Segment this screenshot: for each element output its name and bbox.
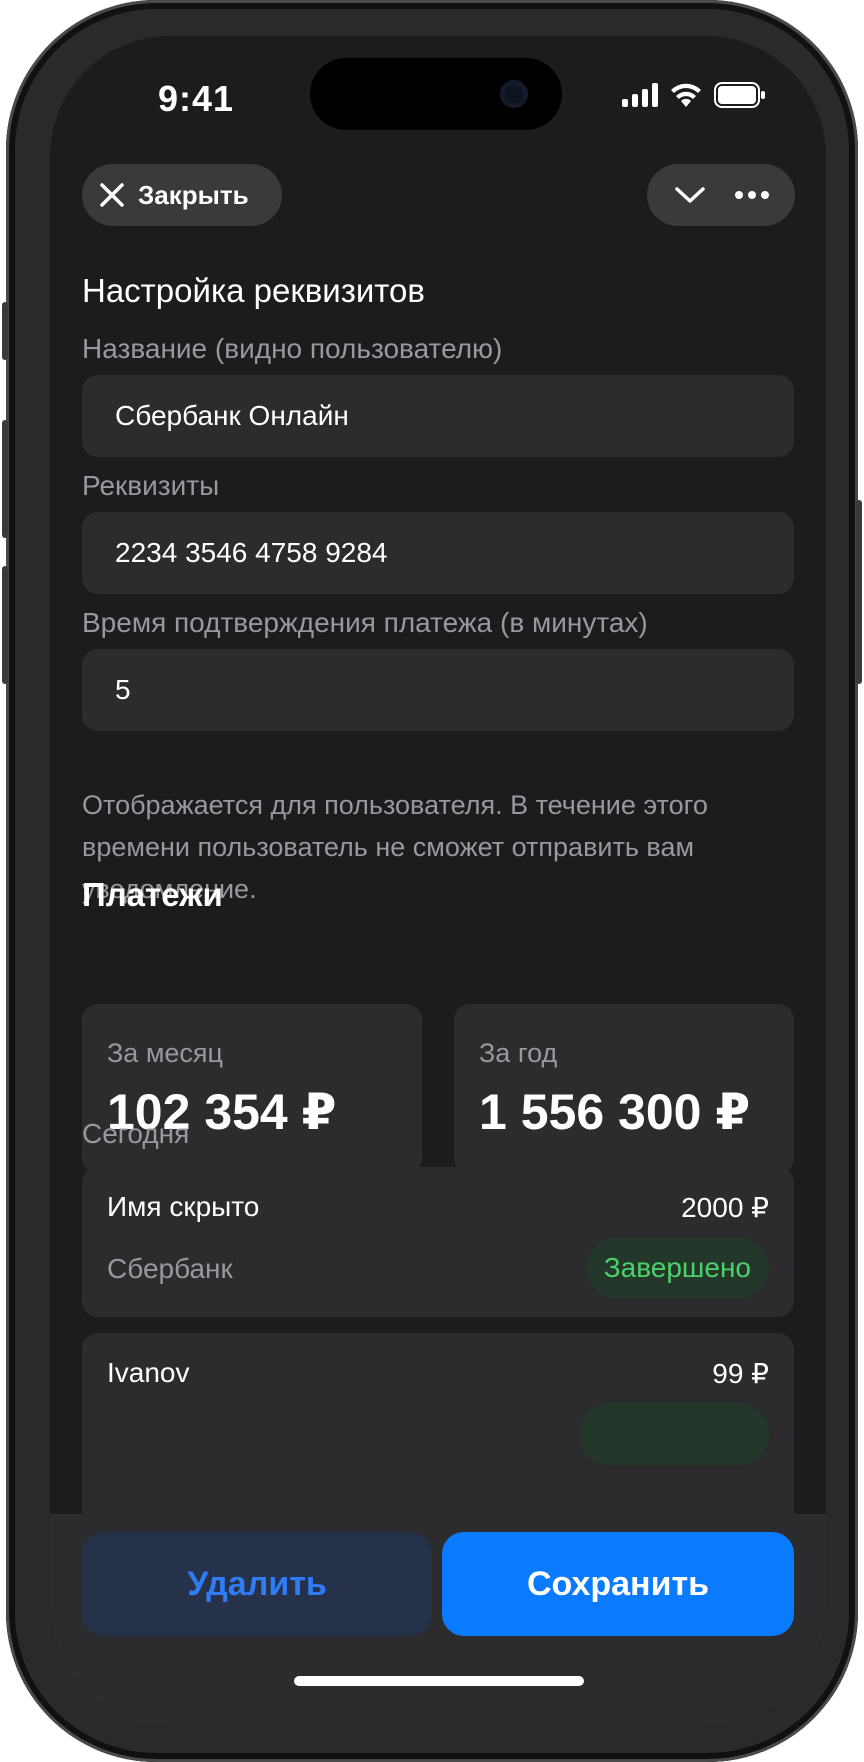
year-label: За год: [479, 1038, 558, 1068]
month-label: За месяц: [107, 1038, 223, 1068]
transaction-amount: 2000 ₽: [681, 1192, 769, 1223]
delete-button[interactable]: Удалить: [82, 1532, 432, 1636]
requisites-value: 2234 3546 4758 9284: [115, 537, 388, 568]
today-label: Сегодня: [82, 1118, 190, 1149]
transaction-bank: Сбербанк: [107, 1253, 233, 1284]
payments-title: Платежи: [82, 876, 223, 913]
bottom-action-bar: Удалить Сохранить: [50, 1514, 826, 1726]
year-value: 1 556 300 ₽: [479, 1084, 751, 1140]
status-icons: [622, 82, 766, 108]
nav-actions: [647, 164, 795, 226]
name-label: Название (видно пользователю): [82, 333, 503, 364]
transaction-name: Ivanov: [107, 1357, 190, 1388]
transaction-amount: 99 ₽: [712, 1358, 769, 1389]
status-bar: 9:41: [50, 36, 826, 156]
screen: 9:41 Закрыть Настройка реквизитов Назван…: [50, 36, 826, 1726]
save-button[interactable]: Сохранить: [442, 1532, 794, 1636]
close-button[interactable]: Закрыть: [82, 164, 282, 226]
battery-icon: [714, 82, 765, 108]
power-button: [856, 500, 862, 684]
wifi-icon: [671, 83, 701, 107]
volume-down-button: [2, 566, 8, 684]
signal-icon: [622, 83, 658, 107]
close-label: Закрыть: [138, 179, 249, 210]
name-value: Сбербанк Онлайн: [115, 400, 349, 431]
transaction-name: Имя скрыто: [107, 1191, 260, 1222]
dynamic-island: [310, 58, 562, 130]
page-title: Настройка реквизитов: [82, 272, 425, 309]
confirm-time-value: 5: [115, 674, 131, 705]
status-time: 9:41: [158, 78, 235, 119]
requisites-label: Реквизиты: [82, 470, 220, 501]
transaction-card[interactable]: Имя скрыто 2000 ₽ Сбербанк Завершено: [82, 1167, 794, 1317]
close-icon: [100, 183, 124, 207]
side-button: [2, 302, 8, 360]
status-badge: [579, 1403, 769, 1465]
year-stat-card: За год 1 556 300 ₽: [454, 1004, 794, 1174]
name-field[interactable]: Сбербанк Онлайн: [82, 375, 794, 457]
camera-icon: [500, 80, 528, 108]
phone-frame: 9:41 Закрыть Настройка реквизитов Назван…: [2, 0, 862, 1762]
transaction-card[interactable]: Ivanov 99 ₽: [82, 1333, 794, 1533]
volume-up-button: [2, 420, 8, 538]
status-badge: Завершено: [585, 1237, 769, 1299]
chevron-down-icon[interactable]: [673, 184, 707, 206]
confirm-time-label: Время подтверждения платежа (в минутах): [82, 607, 648, 638]
confirm-time-field[interactable]: 5: [82, 649, 794, 731]
requisites-field[interactable]: 2234 3546 4758 9284: [82, 512, 794, 594]
more-icon[interactable]: [734, 190, 770, 200]
home-indicator[interactable]: [294, 1676, 584, 1686]
